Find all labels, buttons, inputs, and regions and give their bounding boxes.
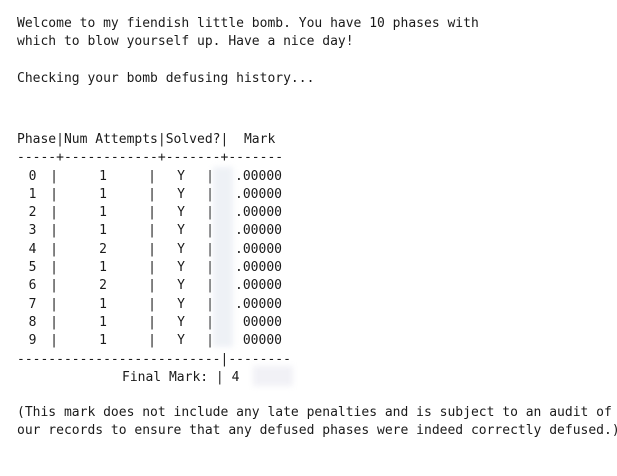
table-row: 9 | 1 | Y | 00000: [17, 332, 291, 350]
notice-text: (This mark does not include any late pen…: [17, 404, 617, 440]
solved-cell: Y: [177, 223, 185, 239]
separator: |: [148, 314, 156, 330]
separator: |: [50, 186, 58, 202]
table-separator-top: -----+------------+-------+-------: [17, 150, 284, 166]
solved-cell: Y: [177, 205, 185, 221]
table-row: 8 | 1 | Y | 00000: [17, 314, 291, 332]
phase-cell: 1: [28, 186, 37, 202]
table-row: 3 | 1 | Y | .00000: [17, 222, 291, 240]
table-row: 5 | 1 | Y | .00000: [17, 259, 291, 277]
attempts-cell: 1: [99, 333, 107, 349]
table-header: Phase|Num Attempts|Solved?| Mark: [17, 132, 276, 147]
terminal-output: Welcome to my fiendish little bomb. You …: [17, 15, 479, 88]
attempts-cell: 1: [99, 223, 107, 239]
table-separator-bottom: --------------------------|--------: [17, 351, 291, 367]
separator: |: [50, 205, 58, 221]
phase-cell: 3: [28, 223, 37, 239]
phase-cell: 7: [28, 296, 37, 312]
redaction-blur-final: [253, 366, 293, 386]
phase-cell: 4: [28, 241, 37, 257]
separator: |: [50, 260, 58, 276]
separator: |: [148, 241, 156, 257]
table-row: 0 | 1 | Y | .00000: [17, 168, 291, 186]
table-row: 6 | 2 | Y | .00000: [17, 277, 291, 295]
separator: |: [148, 333, 156, 349]
separator: |: [148, 205, 156, 221]
phase-cell: 6: [28, 278, 37, 294]
separator: |: [50, 296, 58, 312]
solved-cell: Y: [177, 260, 185, 276]
attempts-cell: 1: [99, 205, 107, 221]
table-row: 4 | 2 | Y | .00000: [17, 241, 291, 259]
table-row: 7 | 1 | Y | .00000: [17, 296, 291, 314]
separator: |: [50, 223, 58, 239]
checking-line: Checking your bomb defusing history...: [17, 70, 315, 86]
solved-cell: Y: [177, 168, 185, 184]
separator: |: [148, 186, 156, 202]
solved-cell: Y: [177, 186, 185, 202]
attempts-cell: 1: [99, 296, 107, 312]
phase-cell: 8: [28, 314, 37, 330]
solved-cell: Y: [177, 278, 185, 294]
results-table: Phase|Num Attempts|Solved?| Mark -----+-…: [17, 131, 291, 387]
phase-cell: 9: [28, 333, 37, 349]
separator: |: [148, 168, 156, 184]
separator: |: [50, 241, 58, 257]
table-row: 2 | 1 | Y | .00000: [17, 204, 291, 222]
final-mark-label: Final Mark:: [122, 369, 209, 385]
attempts-cell: 2: [99, 241, 107, 257]
phase-cell: 2: [28, 205, 37, 221]
final-mark-row: Final Mark: | 4: [17, 369, 291, 387]
redaction-blur: [213, 167, 233, 347]
intro-line-2: which to blow yourself up. Have a nice d…: [17, 34, 354, 50]
solved-cell: Y: [177, 333, 185, 349]
separator: |: [148, 278, 156, 294]
phase-cell: 0: [28, 168, 37, 184]
attempts-cell: 1: [99, 168, 107, 184]
solved-cell: Y: [177, 241, 185, 257]
attempts-cell: 1: [99, 260, 107, 276]
attempts-cell: 1: [99, 314, 107, 330]
separator: |: [148, 223, 156, 239]
notice-line-1: (This mark does not include any late pen…: [17, 405, 612, 420]
separator: |: [50, 168, 58, 184]
separator: |: [148, 260, 156, 276]
notice-line-2: our records to ensure that any defused p…: [17, 423, 617, 439]
solved-cell: Y: [177, 314, 185, 330]
final-mark-value: 4: [231, 369, 240, 385]
table-row: 1 | 1 | Y | .00000: [17, 186, 291, 204]
solved-cell: Y: [177, 296, 185, 312]
separator: |: [50, 314, 58, 330]
attempts-cell: 1: [99, 186, 107, 202]
intro-line-1: Welcome to my fiendish little bomb. You …: [17, 16, 479, 31]
separator: |: [50, 333, 58, 349]
attempts-cell: 2: [99, 278, 107, 294]
separator: |: [148, 296, 156, 312]
phase-cell: 5: [28, 260, 37, 276]
separator: |: [50, 278, 58, 294]
